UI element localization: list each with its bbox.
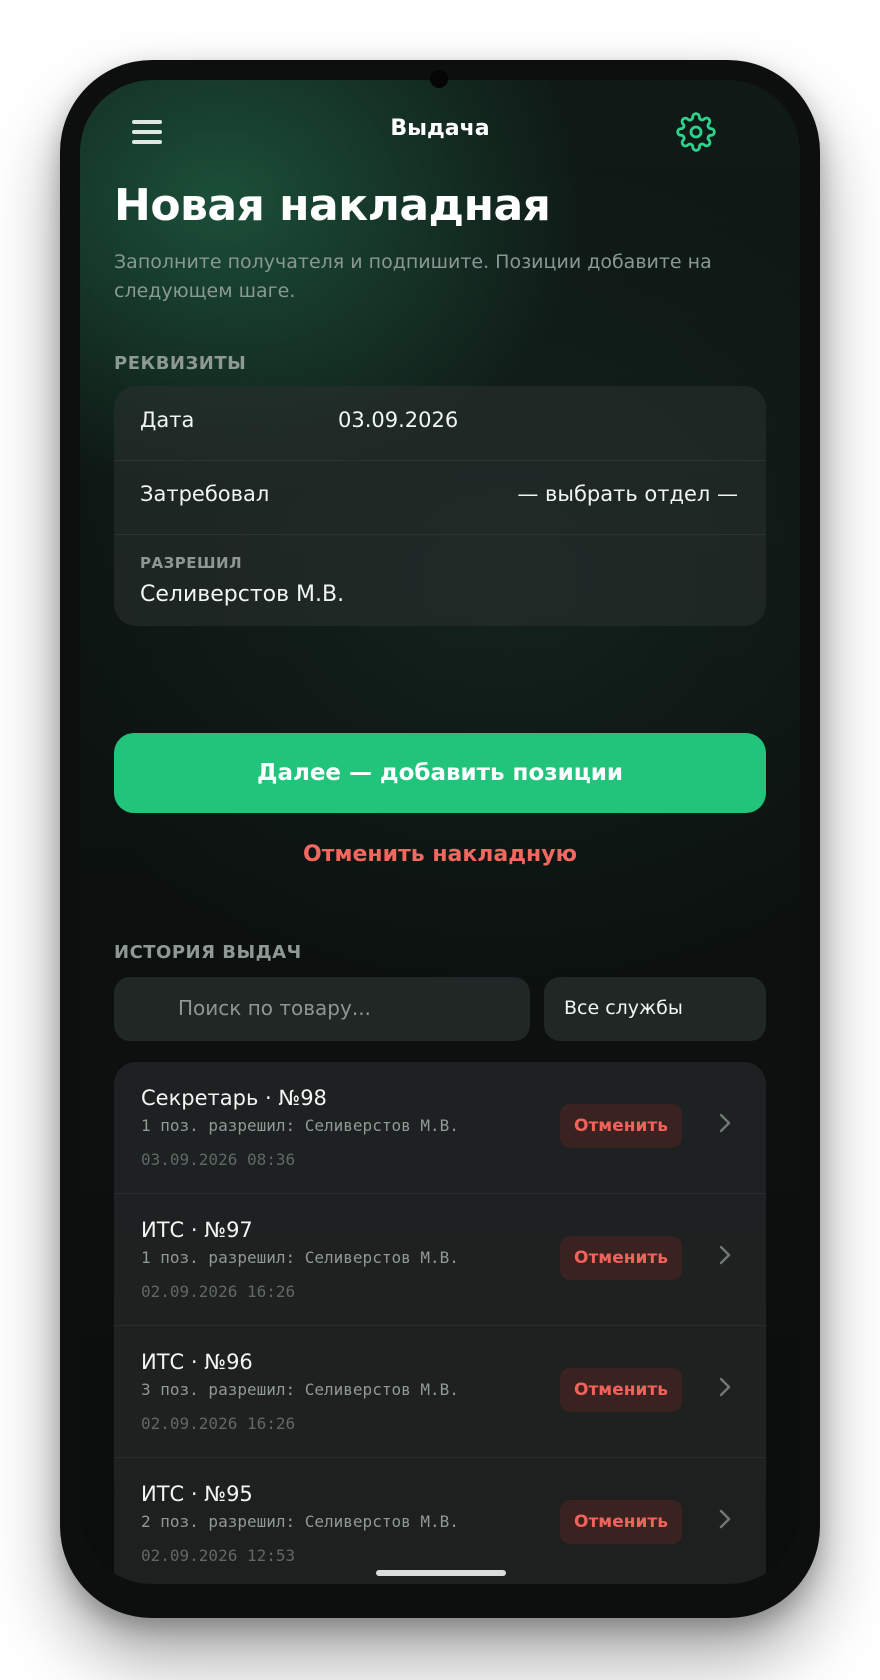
gear-icon[interactable] [676,112,716,152]
row-divider [114,534,766,535]
next-add-items-button[interactable]: Далее — добавить позиции [114,733,766,813]
item-title: Секретарь · №98 [141,1086,327,1110]
item-meta: 2 поз. разрешил: Селиверстов М.В. [141,1512,459,1531]
item-cancel-button[interactable]: Отменить [560,1104,682,1148]
requested-label: Затребовал [140,482,270,506]
app-screen: Выдача Новая накладная Заполните получат… [80,80,800,1584]
item-time: 03.09.2026 08:36 [141,1150,296,1169]
approved-value[interactable]: Селиверстов М.В. [140,582,344,607]
item-title: ИТС · №97 [141,1218,253,1242]
chevron-right-icon[interactable] [718,1112,732,1134]
details-section-label: РЕКВИЗИТЫ [114,353,247,374]
item-time: 02.09.2026 12:53 [141,1546,296,1565]
chevron-right-icon[interactable] [718,1376,732,1398]
item-meta: 3 поз. разрешил: Селиверстов М.В. [141,1380,459,1399]
item-cancel-button[interactable]: Отменить [560,1368,682,1412]
department-select[interactable]: — выбрать отдел — [517,482,738,506]
history-list: Секретарь · №98 1 поз. разрешил: Селивер… [114,1062,766,1584]
page-title: Новая накладная [114,180,551,231]
item-time: 02.09.2026 16:26 [141,1282,296,1301]
service-filter-select[interactable]: Все службы [544,977,766,1041]
item-title: ИТС · №96 [141,1350,253,1374]
date-value[interactable]: 03.09.2026 [338,408,458,432]
item-cancel-button[interactable]: Отменить [560,1236,682,1280]
chevron-right-icon[interactable] [718,1244,732,1266]
date-label: Дата [140,408,195,432]
search-placeholder: Поиск по товару... [178,996,371,1020]
item-meta: 1 поз. разрешил: Селиверстов М.В. [141,1248,459,1267]
front-camera [430,70,448,88]
history-section-label: ИСТОРИЯ ВЫДАЧ [114,942,302,963]
item-meta: 1 поз. разрешил: Селиверстов М.В. [141,1116,459,1135]
page-subtitle: Заполните получателя и подпишите. Позици… [114,251,712,302]
cancel-invoice-button[interactable]: Отменить накладную [80,842,800,867]
list-item[interactable]: ИТС · №97 1 поз. разрешил: Селиверстов М… [114,1194,766,1326]
list-item[interactable]: Секретарь · №98 1 поз. разрешил: Селивер… [114,1062,766,1194]
item-title: ИТС · №95 [141,1482,253,1506]
service-filter-value: Все службы [564,997,683,1019]
details-card: Дата 03.09.2026 Затребовал — выбрать отд… [114,386,766,626]
home-indicator[interactable] [376,1570,506,1576]
search-input[interactable]: Поиск по товару... [114,977,530,1041]
list-item[interactable]: ИТС · №95 2 поз. разрешил: Селиверстов М… [114,1458,766,1584]
chevron-right-icon[interactable] [718,1508,732,1530]
approved-label: РАЗРЕШИЛ [140,554,243,572]
item-time: 02.09.2026 16:26 [141,1414,296,1433]
row-divider [114,460,766,461]
list-item[interactable]: ИТС · №96 3 поз. разрешил: Селиверстов М… [114,1326,766,1458]
item-cancel-button[interactable]: Отменить [560,1500,682,1544]
